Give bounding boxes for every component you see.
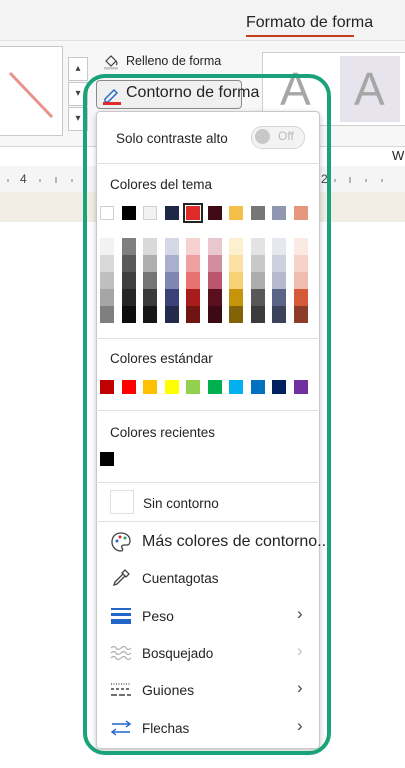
tab-shape-format[interactable]: Formato de forma bbox=[246, 14, 373, 32]
shape-styles-gallery[interactable] bbox=[0, 46, 63, 136]
ruler-number: 4 bbox=[20, 172, 27, 186]
wordart-style-2[interactable]: A bbox=[340, 56, 400, 122]
gallery-scroll-up-button[interactable]: ▴ bbox=[68, 57, 88, 81]
tab-active-indicator bbox=[246, 35, 354, 37]
wordart-letter: A bbox=[354, 63, 385, 115]
shape-fill-label: Relleno de forma bbox=[126, 54, 222, 68]
line-shape-preview bbox=[8, 71, 54, 119]
highlight-frame bbox=[83, 74, 331, 755]
shape-fill-button[interactable]: Relleno de forma bbox=[102, 52, 221, 70]
paint-bucket-icon bbox=[104, 55, 118, 70]
wrap-text-label: W bbox=[392, 148, 405, 163]
